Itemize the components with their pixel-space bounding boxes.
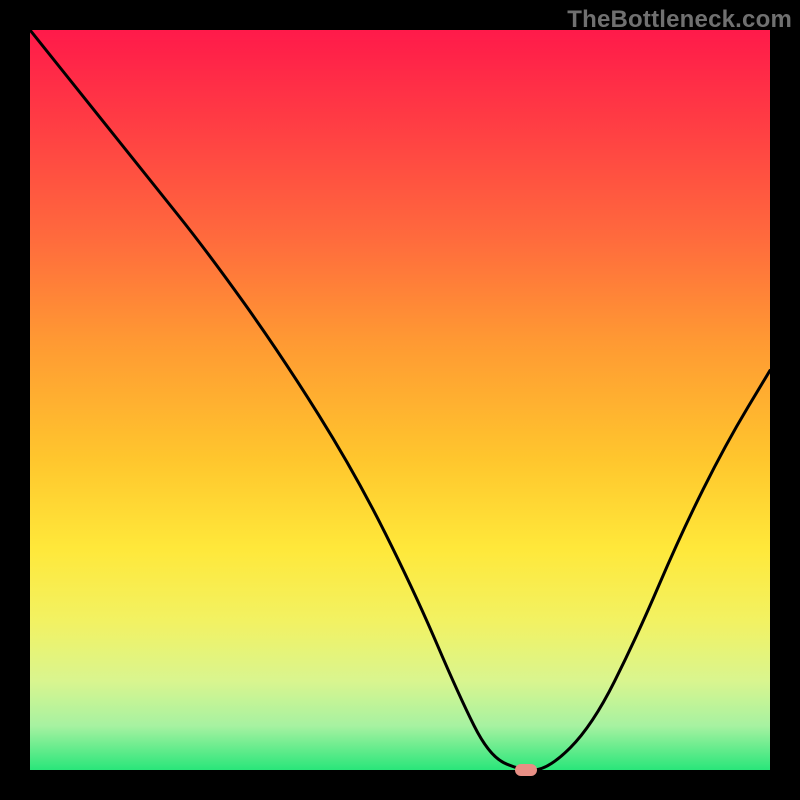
optimal-marker [515, 764, 537, 776]
chart-frame: TheBottleneck.com [0, 0, 800, 800]
plot-area [30, 30, 770, 770]
curve-layer [30, 30, 770, 770]
bottleneck-curve [30, 30, 770, 770]
